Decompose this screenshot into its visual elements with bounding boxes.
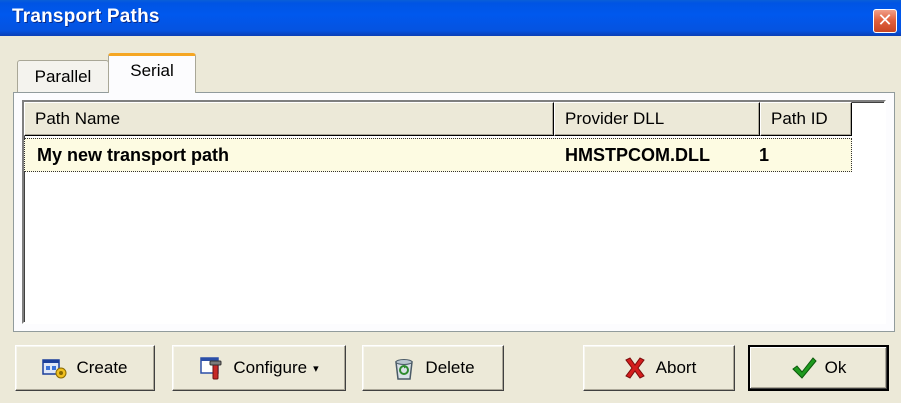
tab-parallel[interactable]: Parallel xyxy=(17,60,109,93)
create-button[interactable]: Create xyxy=(15,345,155,391)
ok-button-label: Ok xyxy=(824,358,847,377)
column-header-path-name[interactable]: Path Name xyxy=(24,102,554,136)
window-title: Transport Paths xyxy=(12,6,160,27)
green-check-icon xyxy=(791,357,817,379)
abort-button[interactable]: Abort xyxy=(583,345,735,391)
configure-button-label: Configure xyxy=(233,358,308,377)
close-icon: ✕ xyxy=(877,10,893,30)
tab-serial-label: Serial xyxy=(130,61,174,80)
transport-path-list[interactable]: Path Name Provider DLL Path ID My new tr… xyxy=(22,100,886,324)
configure-button[interactable]: Configure ▾ xyxy=(172,345,346,391)
delete-button-label: Delete xyxy=(425,358,475,377)
cell-provider-dll: HMSTPCOM.DLL xyxy=(565,145,710,165)
tab-serial[interactable]: Serial xyxy=(108,53,196,93)
create-icon xyxy=(42,359,67,379)
create-button-label: Create xyxy=(76,358,128,377)
red-x-icon xyxy=(624,357,645,379)
title-bar[interactable]: Transport Paths ✕ xyxy=(0,0,901,36)
configure-icon xyxy=(200,357,222,380)
column-header-provider-dll[interactable]: Provider DLL xyxy=(554,102,760,136)
transport-paths-dialog: Transport Paths ✕ Parallel Serial Path N… xyxy=(0,0,901,403)
cell-path-name: My new transport path xyxy=(37,145,230,165)
abort-button-label: Abort xyxy=(655,358,697,377)
close-button[interactable]: ✕ xyxy=(873,9,897,33)
delete-button[interactable]: Delete xyxy=(362,345,504,391)
chevron-down-icon: ▾ xyxy=(313,362,319,375)
table-row[interactable]: My new transport path HMSTPCOM.DLL 1 xyxy=(24,138,852,172)
column-header-path-id[interactable]: Path ID xyxy=(760,102,852,136)
cell-path-id: 1 xyxy=(759,145,770,165)
recycle-bin-icon xyxy=(395,359,414,380)
tab-parallel-label: Parallel xyxy=(34,67,92,86)
ok-button[interactable]: Ok xyxy=(748,345,889,391)
